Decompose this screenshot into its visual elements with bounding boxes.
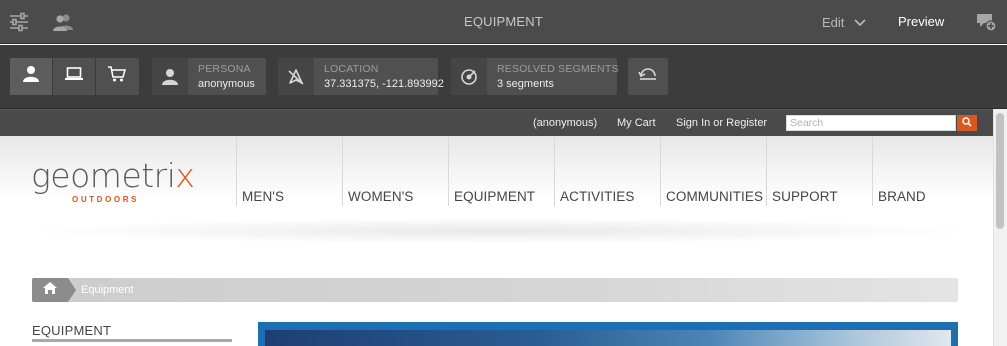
segments-store[interactable]: RESOLVED SEGMENTS 3 segments xyxy=(451,58,619,95)
hero-banner-image xyxy=(258,322,958,346)
nav-item-label: BRAND xyxy=(878,189,926,204)
nav-item-label: SUPPORT xyxy=(772,189,838,204)
laptop-icon xyxy=(64,66,84,87)
user-link[interactable]: (anonymous) xyxy=(533,117,597,129)
logo-tagline: OUTDOORS xyxy=(72,195,140,204)
sliders-icon[interactable] xyxy=(8,11,30,33)
reset-button[interactable] xyxy=(628,58,668,95)
nav-item-support[interactable]: SUPPORT xyxy=(766,136,872,206)
segments-label: RESOLVED SEGMENTS xyxy=(497,63,619,75)
site-logo[interactable]: geometrix OUTDOORS xyxy=(31,156,195,205)
cart-link[interactable]: My Cart xyxy=(617,117,656,129)
profile-button-group xyxy=(10,58,139,95)
nav-item-communities[interactable]: COMMUNITIES xyxy=(660,136,766,206)
home-icon xyxy=(42,281,58,300)
sidebar-divider xyxy=(32,339,232,342)
nav-item-mens[interactable]: MEN'S xyxy=(236,136,342,206)
preview-button[interactable]: Preview xyxy=(898,14,944,29)
nav-item-equipment[interactable]: EQUIPMENT xyxy=(448,136,554,206)
mode-selector[interactable]: Edit xyxy=(822,12,866,32)
nav-item-label: COMMUNITIES xyxy=(666,189,764,204)
breadcrumb-home-button[interactable] xyxy=(32,278,76,302)
person-icon xyxy=(152,58,188,95)
signin-link[interactable]: Sign In or Register xyxy=(676,117,767,129)
location-off-icon xyxy=(278,58,314,95)
person-icon xyxy=(22,65,40,88)
sidebar-title: EQUIPMENT xyxy=(32,323,112,338)
nav-item-activities[interactable]: ACTIVITIES xyxy=(554,136,660,206)
editor-toolbar: EQUIPMENT Edit Preview xyxy=(0,0,1007,44)
mode-label: Edit xyxy=(822,14,845,30)
profile-cart-button[interactable] xyxy=(96,58,138,95)
persona-label: PERSONA xyxy=(198,63,251,75)
nav-item-label: WOMEN'S xyxy=(348,189,414,204)
page-scrollbar-thumb[interactable] xyxy=(996,113,1004,229)
nav-item-label: EQUIPMENT xyxy=(454,189,536,204)
persona-value: anonymous xyxy=(198,78,255,90)
hero-image-sky xyxy=(265,330,951,346)
header-shadow xyxy=(20,218,980,244)
users-icon[interactable] xyxy=(52,11,74,33)
context-hub: PERSONA anonymous LOCATION 37.331375, -1… xyxy=(0,45,1007,109)
profile-device-button[interactable] xyxy=(53,58,95,95)
target-icon xyxy=(451,58,487,95)
location-store[interactable]: LOCATION 37.331375, -121.893992 xyxy=(278,58,444,95)
profile-person-button[interactable] xyxy=(10,58,52,95)
reset-icon xyxy=(638,67,658,86)
logo-wordmark: geometri xyxy=(31,156,176,195)
cart-icon xyxy=(107,65,127,88)
add-annotation-icon[interactable] xyxy=(975,11,997,33)
aem-editor-window: EQUIPMENT Edit Preview PERSONA anonymous… xyxy=(0,0,1007,346)
nav-item-womens[interactable]: WOMEN'S xyxy=(342,136,448,206)
search-icon xyxy=(962,114,972,132)
location-value: 37.331375, -121.893992 xyxy=(324,78,444,90)
search-input[interactable] xyxy=(786,115,956,131)
persona-store[interactable]: PERSONA anonymous xyxy=(152,58,266,95)
logo-wordmark-x: x xyxy=(175,156,195,195)
location-label: LOCATION xyxy=(324,63,379,75)
nav-item-label: MEN'S xyxy=(242,189,285,204)
search-button[interactable] xyxy=(957,115,977,131)
site-utility-bar: (anonymous) My Cart Sign In or Register xyxy=(0,109,993,136)
breadcrumb-current[interactable]: Equipment xyxy=(81,284,134,296)
nav-item-label: ACTIVITIES xyxy=(560,189,635,204)
chevron-down-icon xyxy=(854,15,866,30)
segments-value: 3 segments xyxy=(497,78,554,90)
nav-item-brand[interactable]: BRAND xyxy=(872,136,978,206)
breadcrumb: Equipment xyxy=(32,278,958,302)
